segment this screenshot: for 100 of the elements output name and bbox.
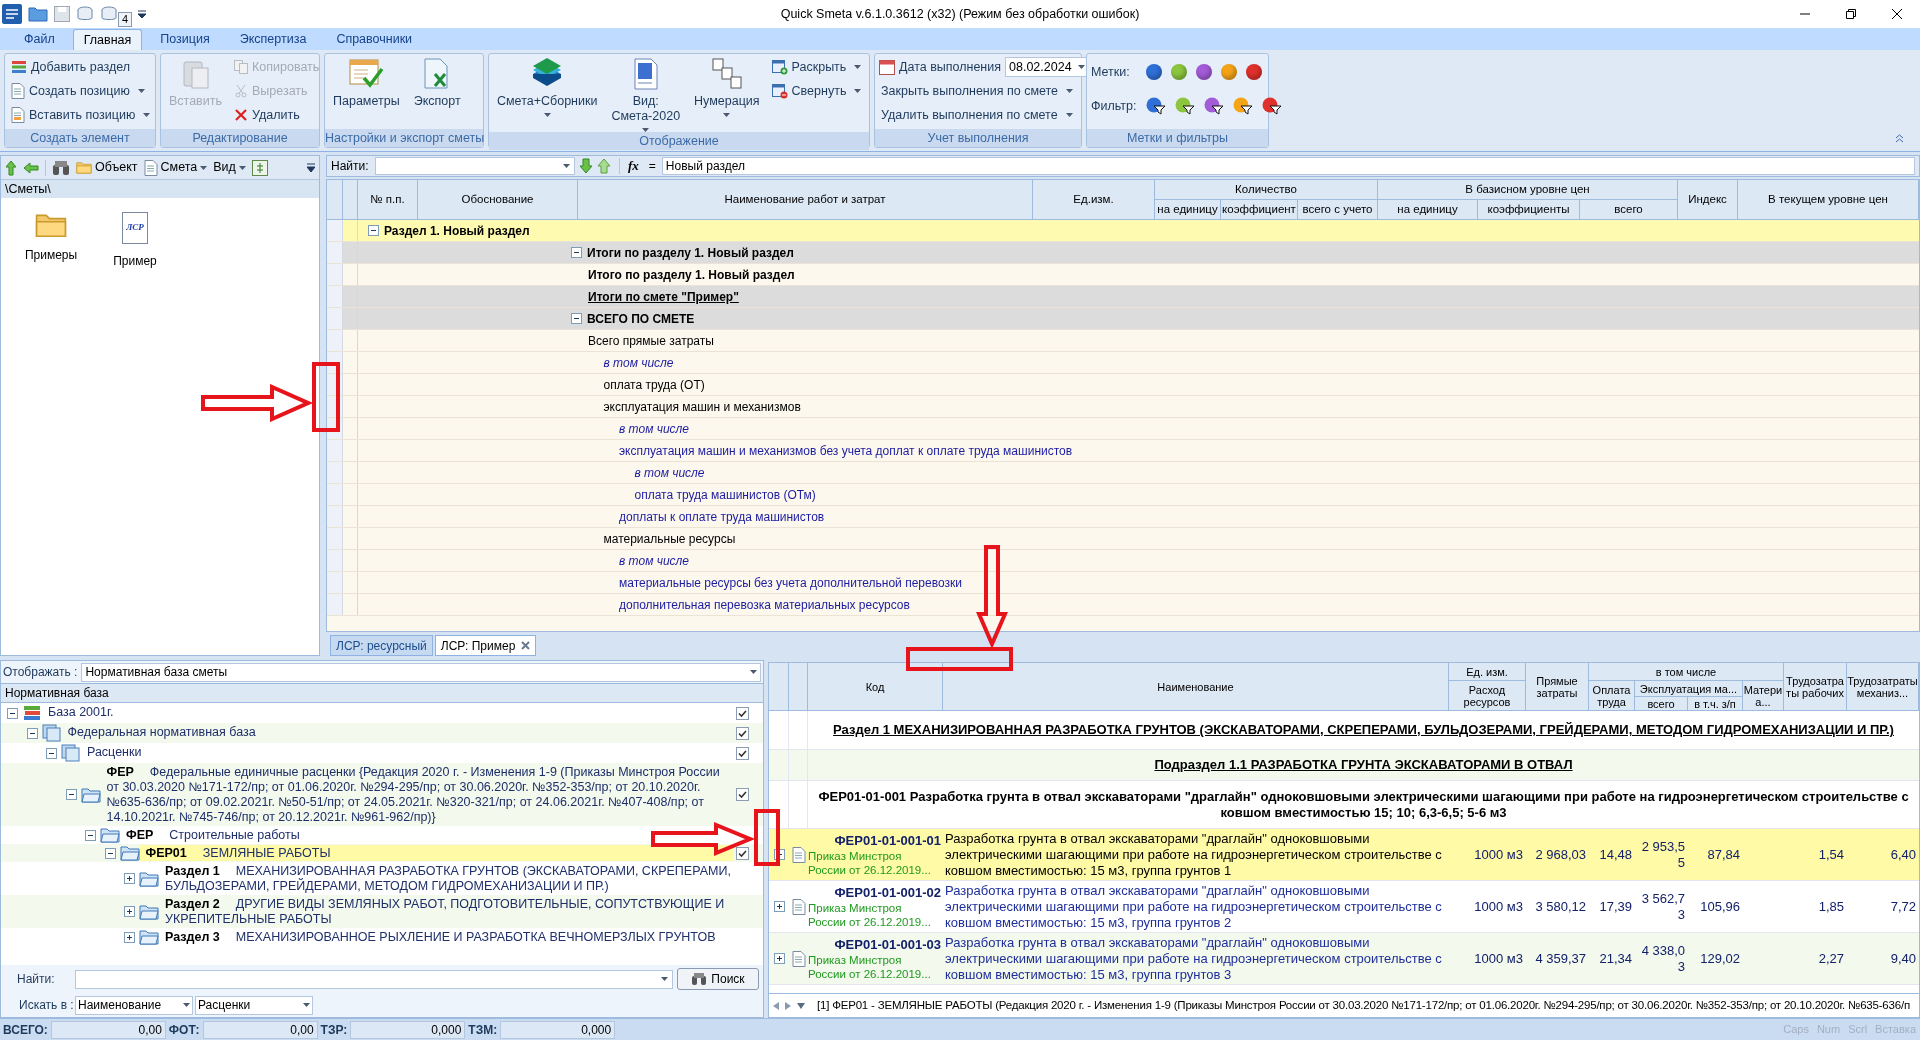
collapse-icon[interactable] [65,789,77,800]
expand-icon[interactable] [773,953,785,964]
tree-item[interactable]: База 2001г. [42,704,733,720]
section-title: Раздел 1 МЕХАНИЗИРОВАННАЯ РАЗРАБОТКА ГРУНТОВ (ЭКСКАВАТОРАМИ, СКРЕПЕРАМИ, БУЛЬДОЗЕРАМИ, ГРЕЙДЕРАМИ, МЕТОДОМ ГИДРОМЕХАНИЗАЦИИ И ПР.) [833,722,1894,738]
ribbon-button[interactable]: Удалить выполнения по смете [879,104,1089,126]
caret-icon[interactable] [797,1002,805,1009]
back-arrow-icon[interactable] [23,161,39,174]
ribbon-button[interactable]: Вид: Смета-2020 [607,56,685,132]
expand-icon[interactable] [124,931,135,943]
ribbon-button[interactable]: Параметры [329,56,404,109]
collapse-icon[interactable] [26,727,38,739]
select-field[interactable]: Нормативная база сметы [81,662,761,682]
filter-icon[interactable] [1204,97,1224,115]
rate-code: ФЕР01-01-001-02 [833,884,941,901]
ribbon-button[interactable]: Закрыть выполнения по смете [879,80,1089,102]
ribbon-tab[interactable]: Главная [72,29,143,50]
status-label: ТЗМ: [467,1021,499,1039]
expand-icon[interactable] [124,873,135,884]
ribbon-tab[interactable]: Справочники [324,29,425,50]
collapse-icon[interactable] [104,847,116,859]
sheet-icon[interactable] [251,159,268,176]
document-tab[interactable]: ЛСР: ресурсный [330,635,433,656]
toolbar-button[interactable]: Вид [213,158,246,177]
ribbon-button[interactable]: Смета+Сборники [493,56,602,117]
tree-item[interactable]: Раздел 1 МЕХАНИЗИРОВАННАЯ РАЗРАБОТКА ГРУНТОВ (ЭКСКАВАТОРАМИ, СКРЕПЕРАМИ, БУЛЬДОЗЕРАМИ, ГРЕЙДЕРАМИ, МЕТОДОМ ГИДРОМЕХАНИЗАЦИИ И ПР.) [159,863,733,894]
checkbox[interactable] [736,846,749,860]
search-field[interactable] [75,969,673,989]
ribbon-tab[interactable]: Экспертиза [227,29,319,50]
ribbon-tab[interactable]: Позиция [148,29,222,50]
tree-item[interactable]: Раздел 3 МЕХАНИЗИРОВАННОЕ РЫХЛЕНИЕ И РАЗРАБОТКА ВЕЧНОМЕРЗЛЫХ ГРУНТОВ [159,929,733,945]
collapse-ribbon-icon[interactable] [1895,134,1904,143]
steps-icon [710,58,743,90]
ribbon-tab[interactable]: Файл [12,29,67,50]
expand-icon[interactable] [773,901,785,912]
database-icon[interactable] [100,6,118,22]
close-icon[interactable] [1892,9,1902,19]
customize-icon[interactable] [138,10,147,18]
ribbon-button[interactable]: Удалить [232,104,322,126]
select-field[interactable]: Наименование [75,995,193,1015]
tree-item[interactable]: ФЕР Строительные работы [120,827,733,843]
tree-item[interactable]: Расценки [81,744,733,760]
overflow-icon[interactable] [307,162,315,173]
up-arrow-icon[interactable] [597,158,611,174]
file-item[interactable]: ЛСР Пример [105,212,165,270]
formula-field[interactable]: Новый раздел [661,157,1915,175]
checkbox[interactable] [736,788,749,801]
count-badge: 4 [118,11,133,27]
up-arrow-icon[interactable] [5,159,17,176]
ribbon-button[interactable]: Создать позицию [9,80,153,102]
ribbon-button[interactable]: Экспорт [409,56,465,109]
folder-icon[interactable] [28,6,48,22]
down-arrow-icon[interactable] [579,158,593,174]
status-label: ВСЕГО: [2,1021,49,1039]
expand-icon[interactable] [124,906,135,917]
document-tab[interactable]: ЛСР: Пример [434,635,537,656]
save-icon[interactable] [54,6,70,22]
filter-icon[interactable] [1262,97,1282,115]
search-button[interactable]: Поиск [677,968,759,990]
ribbon-button[interactable]: Нумерация [690,56,764,117]
checkbox[interactable] [736,746,749,760]
collapse-icon[interactable] [571,313,582,324]
document-icon [791,846,806,863]
restore-icon[interactable] [1846,9,1856,19]
caret-icon [1077,65,1085,69]
column-header: Код [808,663,943,711]
collapse-icon[interactable] [7,707,18,719]
section-title: Подраздел 1.1 РАЗРАБОТКА ГРУНТА ЭКСКАВАТОРАМИ В ОТВАЛ [1154,757,1573,773]
column-header: Трудозатраты механиз... [1847,663,1919,711]
search-field[interactable] [375,157,575,175]
ribbon-button[interactable]: Свернуть [769,80,864,102]
collapse-icon[interactable] [368,225,379,236]
column-header: Расход ресурсов [1449,681,1526,711]
stack-icon [41,724,62,742]
filter-icon[interactable] [1146,97,1166,115]
filter-icon[interactable] [1175,97,1195,115]
select-field[interactable]: Расценки [195,995,313,1015]
ribbon-button[interactable]: Вставить позицию [9,104,153,126]
tree-item[interactable]: ФЕР01 ЗЕМЛЯНЫЕ РАБОТЫ [139,845,733,861]
toolbar-button[interactable]: Объект [76,158,138,177]
collapse-icon[interactable] [46,747,57,759]
caret-icon [750,670,757,674]
group-caption: Создать элемент [5,129,155,147]
previous-icon[interactable] [773,1001,779,1010]
database-icon[interactable] [76,6,94,22]
collapse-icon[interactable] [571,247,582,258]
filter-icon[interactable] [1233,97,1253,115]
collapse-icon[interactable] [85,829,96,841]
document-icon [11,83,25,99]
document-icon [791,898,806,915]
ribbon-button[interactable]: Добавить раздел [9,56,153,78]
checkbox[interactable] [736,726,749,740]
file-item[interactable]: Примеры [21,212,81,270]
group-caption: Метки и фильтры [1087,129,1268,147]
column-header: Эксплуатация ма... [1635,681,1743,697]
binoculars-icon[interactable] [52,159,70,176]
date-field[interactable]: 08.02.2024 [1005,57,1089,77]
checkbox[interactable] [736,706,749,720]
next-icon[interactable] [785,1001,791,1010]
ribbon-button[interactable]: Раскрыть [769,56,864,78]
toolbar-button[interactable]: Смета [143,158,208,177]
